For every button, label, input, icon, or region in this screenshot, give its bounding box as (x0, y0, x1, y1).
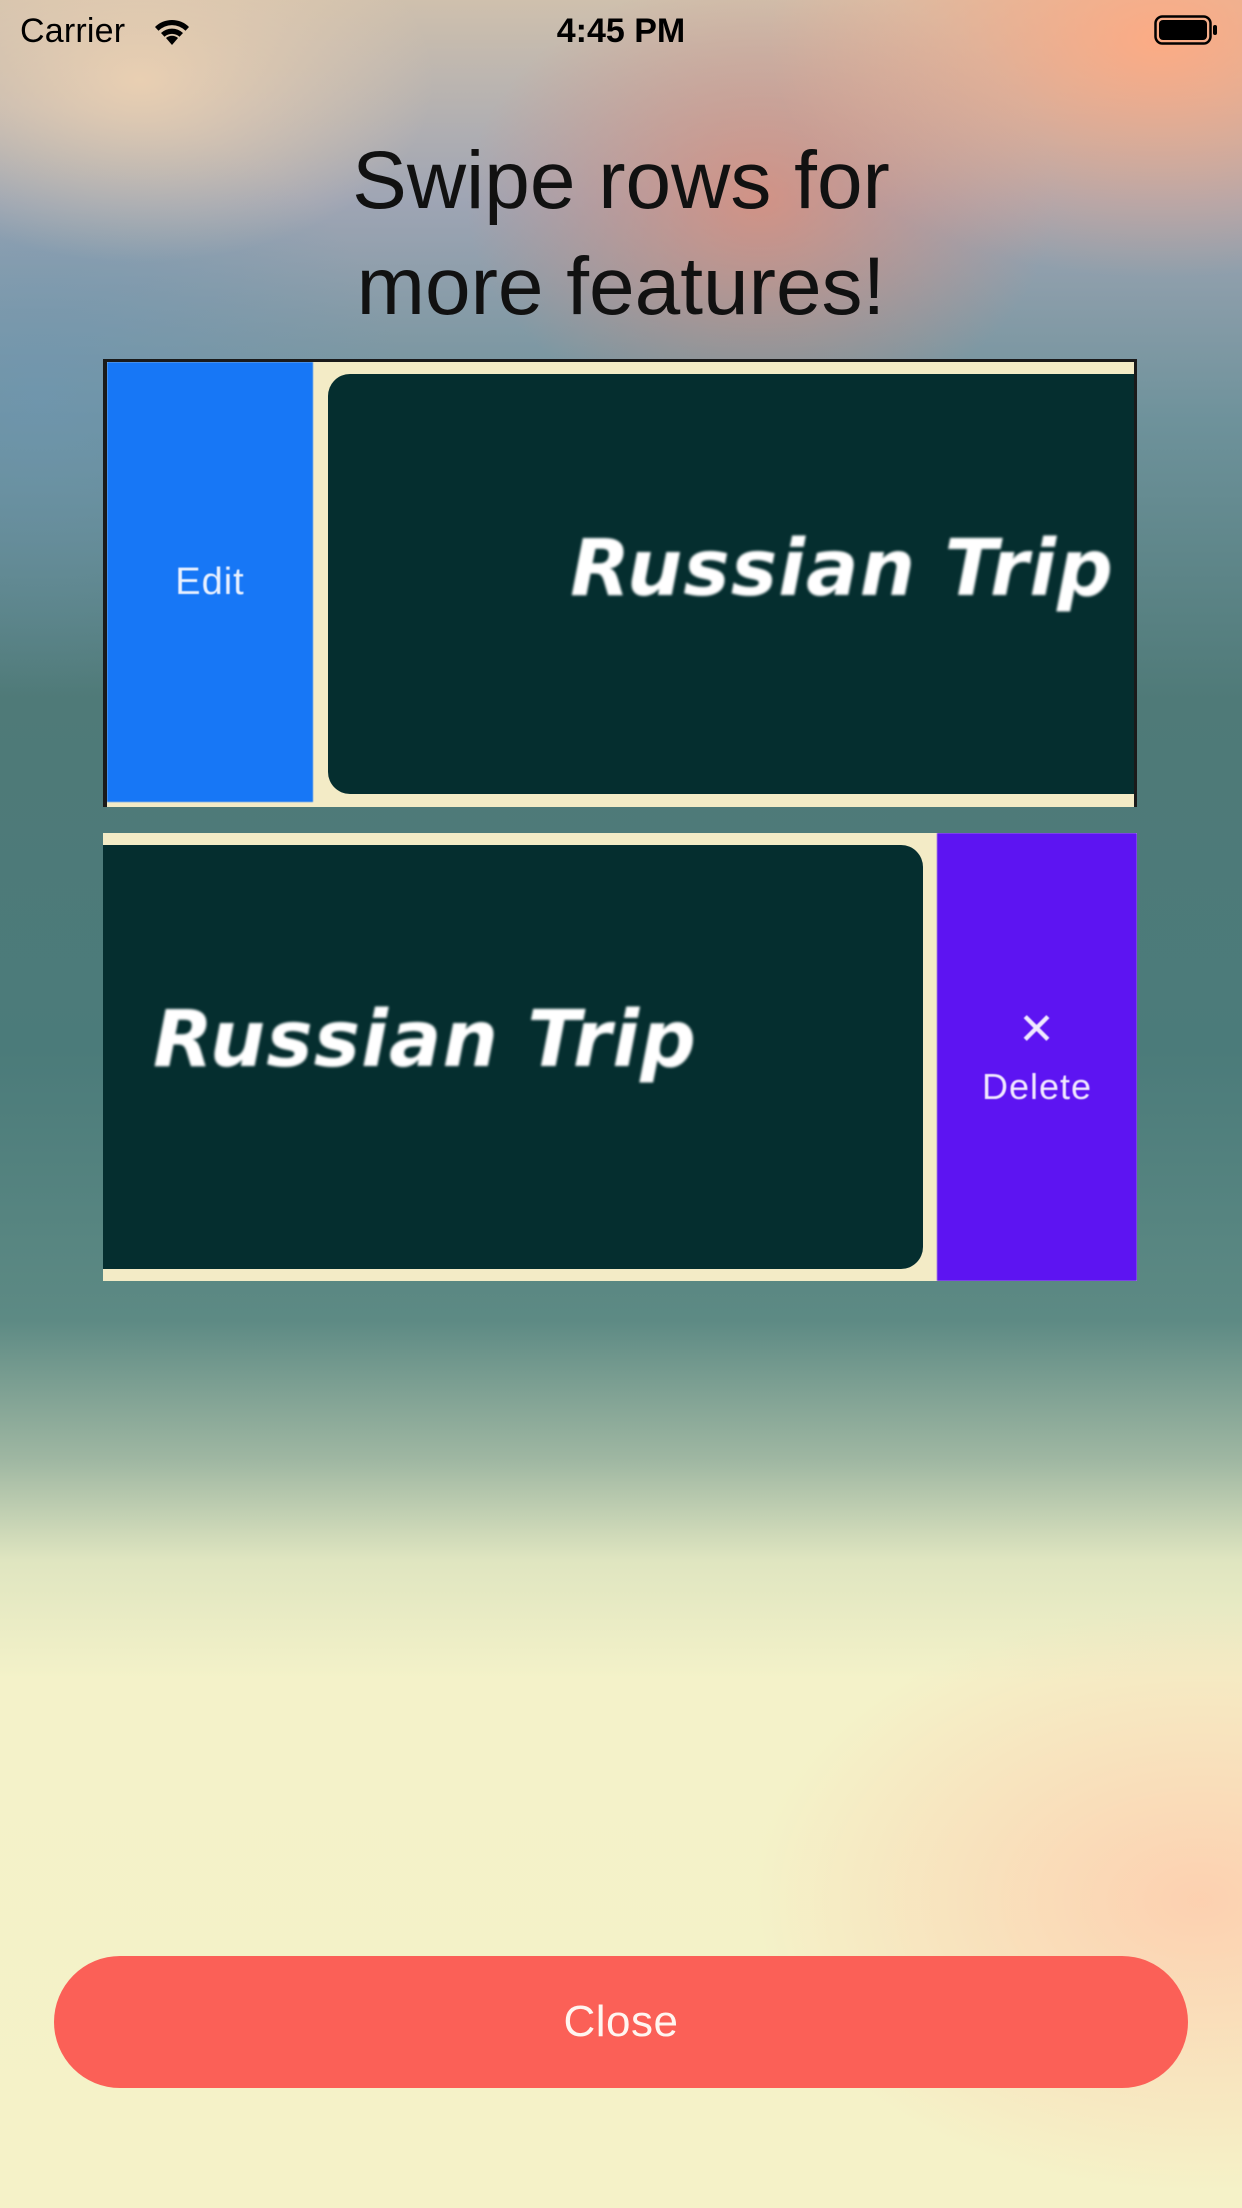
trip-row: Russian Trip (103, 845, 923, 1269)
status-time: 4:45 PM (556, 12, 686, 50)
page-title: Swipe rows for more features! (0, 128, 1242, 340)
trip-row: Russian Trip (328, 374, 1134, 794)
title-line-1: Swipe rows for (352, 135, 890, 226)
trip-name: Russian Trip (153, 995, 697, 1085)
delete-action: ✕ Delete (937, 833, 1137, 1281)
swipe-example-edit: Edit Russian Trip (103, 359, 1137, 807)
close-x-icon: ✕ (1018, 1005, 1056, 1054)
trip-name: Russian Trip (570, 524, 1114, 614)
edit-action-label: Edit (175, 560, 245, 603)
swipe-example-delete: Russian Trip ✕ Delete (103, 833, 1137, 1281)
status-bar: Carrier 4:45 PM (0, 0, 1242, 62)
edit-action: Edit (107, 362, 313, 802)
title-line-2: more features! (356, 241, 886, 332)
battery-full-icon (1154, 15, 1217, 45)
delete-action-label: Delete (981, 1066, 1093, 1107)
close-button[interactable]: Close (54, 1956, 1188, 2088)
